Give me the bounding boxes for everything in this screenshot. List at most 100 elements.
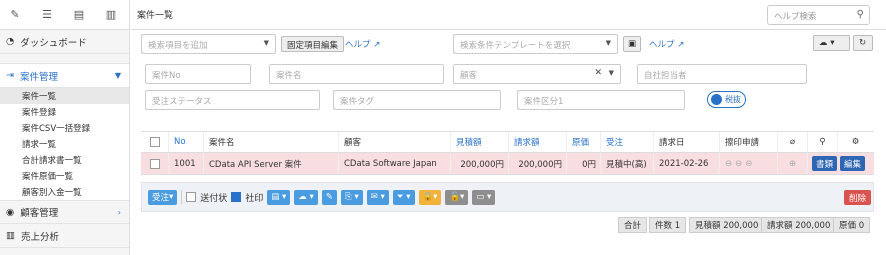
divider <box>181 190 183 204</box>
sub-item-case-register[interactable]: 案件登録 <box>0 104 129 120</box>
cell-customer: CData Software Japan <box>339 153 451 174</box>
input-placeholder: 案件No <box>152 71 181 81</box>
cell-no: 1001 <box>169 153 204 174</box>
pin-icon: ⚲ <box>808 132 838 152</box>
help-search-input[interactable]: ヘルプ検索 ⚲ <box>767 5 870 25</box>
filter-dropdown[interactable]: ⏷ ▾ <box>392 189 415 205</box>
cell-date: 2021-02-26 <box>654 153 720 174</box>
file-dropdown[interactable]: ▤ ▾ <box>267 189 291 205</box>
sidebar-item-case-mgmt[interactable]: ⇥ 案件管理 ▼ <box>0 64 129 88</box>
select-all-checkbox[interactable] <box>149 137 160 147</box>
unlock-dropdown[interactable]: 🔓▾ <box>445 189 469 205</box>
col-order[interactable]: 受注 <box>601 132 654 152</box>
sub-item-total-invoice[interactable]: 合計請求書一覧 <box>0 152 129 168</box>
refresh-button[interactable]: ↻ <box>853 35 873 51</box>
cell-actions: 書類 編集 <box>808 153 873 174</box>
sign-in-icon: ⇥ <box>6 70 14 81</box>
case-name-input[interactable]: 案件名 <box>269 64 444 84</box>
edit-button[interactable]: 編集 <box>840 156 866 171</box>
col-customer[interactable]: 顧客 <box>339 132 451 152</box>
row-checkbox-cell[interactable] <box>141 153 169 174</box>
help-link[interactable]: ヘルプ ↗ <box>345 38 380 50</box>
sidebar-item-label: 売上分析 <box>20 231 59 243</box>
add-search-field-select[interactable]: 検索項目を追加 ▼ <box>141 34 276 54</box>
lock-dropdown[interactable]: 🔒▾ <box>418 189 442 205</box>
table-icon[interactable]: ▤ <box>72 8 86 22</box>
table-row[interactable]: 1001 CData API Server 案件 CData Software … <box>141 153 874 175</box>
sent-checkbox[interactable] <box>186 192 197 202</box>
fixed-edit-button[interactable]: 固定項目編集 <box>281 36 345 52</box>
sub-item-case-cost[interactable]: 案件原価一覧 <box>0 168 129 184</box>
input-placeholder: 案件区分1 <box>524 97 564 107</box>
sub-item-case-csv[interactable]: 案件CSV一括登録 <box>0 120 129 136</box>
mail-dropdown[interactable]: ✉ ▾ <box>366 189 389 205</box>
col-name[interactable]: 案件名 <box>204 132 339 152</box>
sidebar-item-customer-mgmt[interactable]: ◉ 顧客管理 › <box>0 200 129 224</box>
col-no[interactable]: No <box>169 132 204 152</box>
sub-item-case-list[interactable]: 案件一覧 <box>0 88 129 104</box>
bar-chart-icon[interactable]: ▥ <box>104 8 118 22</box>
summary-cost: 原価 0 <box>833 217 871 233</box>
col-cost[interactable]: 原価 <box>567 132 601 152</box>
select-placeholder: 顧客 <box>460 71 478 81</box>
col-stamp[interactable]: 擦印申請 <box>720 132 778 152</box>
caret-down-icon: ▼ <box>608 69 614 77</box>
company-stamp-label: 社印 <box>245 193 264 204</box>
sidebar-item-dashboard[interactable]: ◔ ダッシュボード <box>0 30 129 54</box>
cloud-download-button[interactable]: ☁ ▾ <box>813 35 850 51</box>
copy-dropdown[interactable]: ⎘ ▾ <box>340 189 363 205</box>
pencil-button[interactable]: ✎ <box>321 189 337 205</box>
cell-billing: 200,000円 <box>509 153 567 174</box>
dashboard-icon: ◔ <box>6 36 15 47</box>
case-table: No 案件名 顧客 見積額 請求額 原価 受注 請求日 擦印申請 ⌀ ⚲ ⚙ 1… <box>141 131 874 175</box>
page-title: 案件一覧 <box>137 11 174 21</box>
delete-button[interactable]: 削除 <box>843 190 871 205</box>
sub-item-payment[interactable]: 顧客別入金一覧 <box>0 184 129 200</box>
pencil-icon[interactable]: ✎ <box>8 8 22 22</box>
document-button[interactable]: 書類 <box>812 156 838 171</box>
select-all-checkbox-cell[interactable] <box>141 132 169 152</box>
case-tag-input[interactable]: 案件タグ <box>333 90 501 110</box>
order-label: 受注 <box>152 193 170 203</box>
cell-cost: 0円 <box>567 153 601 174</box>
sidebar-item-label: ダッシュボード <box>20 37 87 49</box>
plus-circle-icon[interactable]: ⊕ <box>778 153 808 174</box>
archive-dropdown[interactable]: ▭ ▾ <box>472 189 496 205</box>
sidebar-item-sales[interactable]: ▥ 売上分析 <box>0 224 129 248</box>
col-billing[interactable]: 請求額 <box>509 132 567 152</box>
col-date[interactable]: 請求日 <box>654 132 720 152</box>
tax-toggle[interactable]: 税抜 <box>707 91 746 108</box>
select-placeholder: 検索項目を追加 <box>148 41 208 51</box>
list-icon[interactable]: ☰ <box>40 8 54 22</box>
sidebar-item-label: 案件管理 <box>19 71 58 83</box>
case-no-input[interactable]: 案件No <box>145 64 251 84</box>
minus-circle-icon: ⊖ <box>745 158 753 169</box>
bar-chart-icon: ▥ <box>6 230 15 241</box>
sidebar-top-icons: ✎ ☰ ▤ ▥ <box>0 0 129 30</box>
sent-label: 送付状 <box>200 193 228 204</box>
action-toolbar: 受注 ▾ 送付状 社印 ▤ ▾ ☁ ▾ ✎ ⎘ ▾ ✉ ▾ ⏷ ▾ 🔒▾ 🔓▾ … <box>141 182 874 212</box>
col-estimate[interactable]: 見積額 <box>451 132 509 152</box>
save-icon[interactable]: ▣ <box>623 36 641 52</box>
cloud-dropdown[interactable]: ☁ ▾ <box>294 189 318 205</box>
gear-icon[interactable]: ⚙ <box>838 132 873 152</box>
summary-count: 件数 1 <box>649 217 687 233</box>
help-search-placeholder: ヘルプ検索 <box>774 12 817 22</box>
customer-select[interactable]: 顧客 ✕ ▼ <box>453 64 621 84</box>
row-checkbox[interactable] <box>149 158 160 169</box>
case-category-input[interactable]: 案件区分1 <box>517 90 685 110</box>
template-select[interactable]: 検索条件テンプレートを選択 ▼ <box>453 34 618 54</box>
chevron-right-icon: › <box>117 207 121 217</box>
order-dropdown[interactable]: 受注 ▾ <box>148 189 178 205</box>
sub-item-billing-list[interactable]: 請求一覧 <box>0 136 129 152</box>
caret-down-icon: ▼ <box>605 39 611 47</box>
clear-icon[interactable]: ✕ <box>594 68 602 78</box>
owner-input[interactable]: 自社担当者 <box>637 64 807 84</box>
sidebar-item-label: 顧客管理 <box>20 208 59 219</box>
search-icon[interactable]: ⚲ <box>857 9 864 20</box>
order-status-input[interactable]: 受注ステータス <box>145 90 320 110</box>
sidebar: ✎ ☰ ▤ ▥ ◔ ダッシュボード ⇥ 案件管理 ▼ 案件一覧 案件登録 案件C… <box>0 0 130 255</box>
help-link-2[interactable]: ヘルプ ↗ <box>649 38 684 50</box>
cell-stamp-status: ⊖ ⊖ ⊖ <box>720 153 778 174</box>
company-stamp-checkbox[interactable] <box>231 192 242 202</box>
